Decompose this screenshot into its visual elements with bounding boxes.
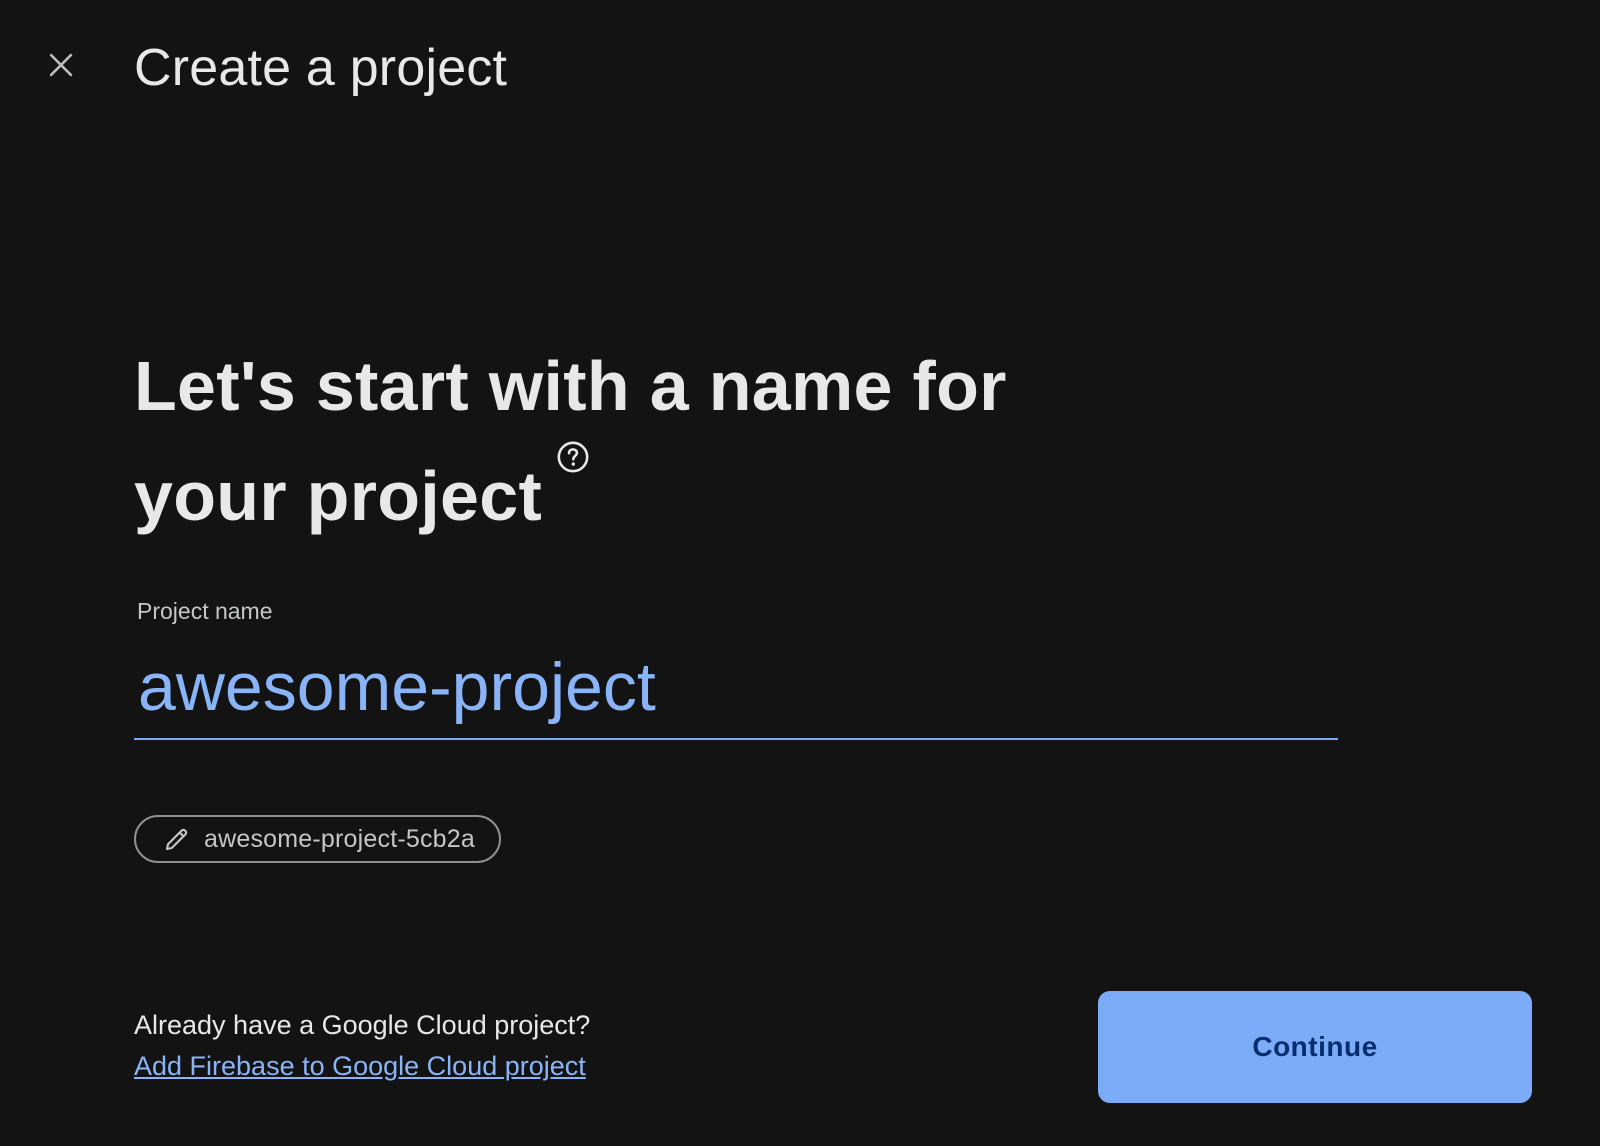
existing-project-question: Already have a Google Cloud project? (134, 1010, 591, 1040)
close-button[interactable] (36, 42, 86, 92)
project-id-text: awesome-project-5cb2a (204, 824, 475, 853)
help-circle-icon[interactable] (556, 440, 590, 474)
add-firebase-link[interactable]: Add Firebase to Google Cloud project (134, 1051, 586, 1082)
project-id-chip[interactable]: awesome-project-5cb2a (134, 815, 501, 863)
headline: Let's start with a name for your project (134, 332, 1094, 550)
page-title: Create a project (134, 39, 508, 97)
pencil-icon (162, 824, 192, 854)
project-name-input[interactable] (134, 636, 1338, 740)
close-icon (44, 48, 78, 87)
continue-button[interactable]: Continue (1098, 991, 1532, 1103)
project-name-label: Project name (137, 598, 273, 624)
